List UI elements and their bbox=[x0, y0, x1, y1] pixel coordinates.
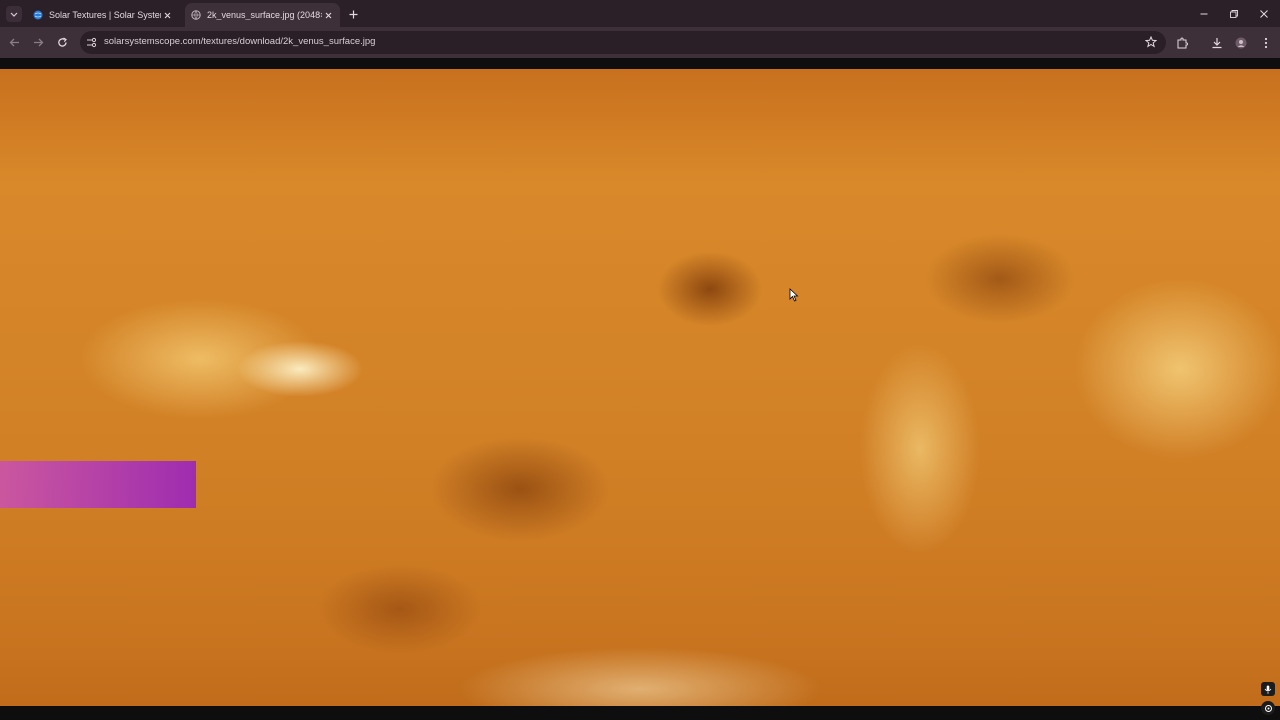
back-button[interactable] bbox=[7, 35, 22, 50]
site-info-icon[interactable] bbox=[86, 37, 97, 48]
globe-icon bbox=[191, 10, 201, 20]
close-icon bbox=[164, 12, 170, 18]
menu-button[interactable] bbox=[1258, 35, 1273, 50]
back-icon bbox=[9, 38, 19, 47]
toolbar: solarsystemscope.com/textures/download/2… bbox=[0, 27, 1280, 58]
minimize-button[interactable] bbox=[1196, 6, 1212, 22]
mic-icon bbox=[1264, 685, 1272, 694]
voice-search-button[interactable] bbox=[1261, 682, 1275, 696]
tab-close-button[interactable] bbox=[161, 12, 173, 19]
forward-button[interactable] bbox=[31, 35, 46, 50]
tab-strip: Solar Textures | Solar System Sc 2k_venu… bbox=[0, 0, 1280, 27]
address-bar[interactable]: solarsystemscope.com/textures/download/2… bbox=[80, 31, 1166, 54]
menu-icon bbox=[1264, 37, 1267, 48]
tab-solar-textures[interactable]: Solar Textures | Solar System Sc bbox=[27, 3, 179, 27]
tab-title: 2k_venus_surface.jpg (2048×10 bbox=[207, 10, 322, 20]
tab-title: Solar Textures | Solar System Sc bbox=[49, 10, 161, 20]
new-tab-button[interactable] bbox=[345, 6, 361, 22]
mouse-cursor-icon bbox=[789, 288, 799, 302]
reload-button[interactable] bbox=[55, 35, 70, 50]
venus-surface-image[interactable] bbox=[0, 69, 1280, 706]
forward-icon bbox=[34, 38, 44, 47]
close-icon bbox=[325, 12, 331, 18]
profile-button[interactable] bbox=[1233, 35, 1248, 50]
globe-icon bbox=[33, 10, 43, 20]
tab-search-icon bbox=[10, 12, 18, 17]
url-text[interactable]: solarsystemscope.com/textures/download/2… bbox=[104, 36, 375, 47]
tab-search-button[interactable] bbox=[6, 6, 22, 22]
lens-icon bbox=[1264, 704, 1272, 712]
download-button[interactable] bbox=[1209, 35, 1224, 50]
restore-button[interactable] bbox=[1226, 6, 1242, 22]
reload-icon bbox=[58, 37, 67, 47]
profile-icon bbox=[1235, 37, 1246, 48]
page-viewport bbox=[0, 58, 1280, 720]
tab-close-button[interactable] bbox=[322, 12, 334, 19]
close-window-icon bbox=[1260, 10, 1268, 18]
minimize-icon bbox=[1200, 13, 1208, 15]
lens-search-button[interactable] bbox=[1261, 701, 1275, 715]
tab-venus-surface[interactable]: 2k_venus_surface.jpg (2048×10 bbox=[185, 3, 340, 27]
bookmark-star-icon[interactable] bbox=[1145, 36, 1157, 48]
new-tab-icon bbox=[349, 10, 357, 18]
download-icon bbox=[1212, 37, 1221, 48]
close-window-button[interactable] bbox=[1256, 6, 1272, 22]
selection-highlight bbox=[0, 461, 196, 508]
restore-icon bbox=[1230, 10, 1238, 18]
extensions-button[interactable] bbox=[1174, 35, 1189, 50]
extensions-icon bbox=[1177, 36, 1188, 48]
